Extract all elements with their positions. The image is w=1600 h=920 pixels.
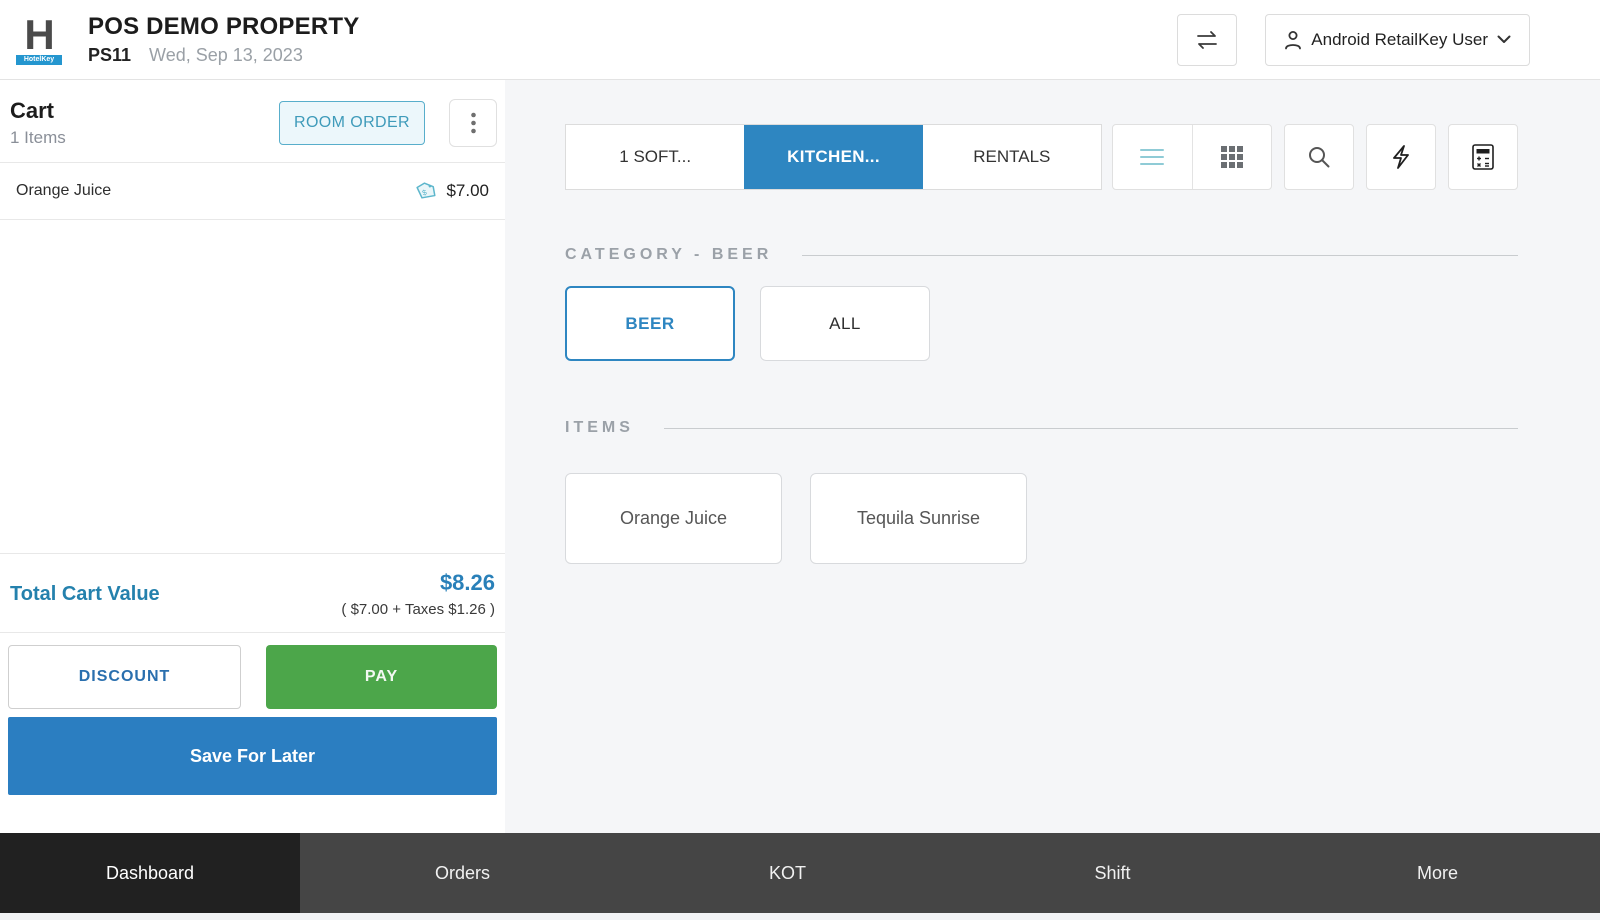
cart-action-row: DISCOUNT PAY — [0, 633, 505, 709]
bottom-navigation: Dashboard Orders KOT Shift More — [0, 833, 1600, 913]
nav-more[interactable]: More — [1275, 833, 1600, 913]
category-beer-button[interactable]: BEER — [565, 286, 735, 361]
list-view-icon — [1139, 147, 1165, 167]
calculator-icon — [1471, 143, 1495, 171]
bottom-strip — [0, 913, 1600, 920]
quick-action-button[interactable] — [1366, 124, 1436, 190]
swap-horizontal-icon — [1194, 29, 1220, 51]
total-cart-value-label: Total Cart Value — [10, 583, 160, 606]
total-breakdown: ( $7.00 + Taxes $1.26 ) — [341, 601, 495, 618]
app-header: H HotelKey POS DEMO PROPERTY PS11 Wed, S… — [0, 0, 1600, 80]
heading-rule — [664, 428, 1518, 429]
category-all-button[interactable]: ALL — [760, 286, 930, 361]
cart-total-row: Total Cart Value $8.26 ( $7.00 + Taxes $… — [0, 554, 505, 632]
price-tag-icon: $ — [414, 180, 438, 202]
cart-item-name: Orange Juice — [16, 182, 111, 200]
discount-button[interactable]: DISCOUNT — [8, 645, 241, 709]
tab-kitchen[interactable]: KITCHEN... — [744, 125, 922, 189]
property-subrow: PS11 Wed, Sep 13, 2023 — [88, 45, 359, 66]
switch-terminal-button[interactable] — [1177, 14, 1237, 66]
cart-item-price-block: $ $7.00 — [414, 180, 489, 202]
kebab-menu-icon — [471, 112, 476, 134]
save-for-later-button[interactable]: Save For Later — [8, 717, 497, 795]
category-section-heading: CATEGORY - BEER — [565, 246, 1518, 264]
item-cards: Orange Juice Tequila Sunrise — [565, 473, 1518, 564]
nav-shift[interactable]: Shift — [950, 833, 1275, 913]
logo-brand-label: HotelKey — [16, 55, 62, 65]
hotelkey-logo: H HotelKey — [16, 15, 62, 65]
tab-rentals[interactable]: RENTALS — [923, 125, 1101, 189]
user-menu-button[interactable]: Android RetailKey User — [1265, 14, 1530, 66]
calculator-button[interactable] — [1448, 124, 1518, 190]
user-name: Android RetailKey User — [1311, 30, 1488, 50]
pay-button[interactable]: PAY — [266, 645, 497, 709]
cart-header: Cart 1 Items ROOM ORDER — [0, 80, 505, 162]
category-heading-label: CATEGORY - BEER — [565, 246, 772, 264]
heading-rule — [802, 255, 1518, 256]
cart-item-count: 1 Items — [10, 128, 66, 148]
page-title: POS DEMO PROPERTY — [88, 13, 359, 41]
logo-letter: H — [24, 15, 53, 55]
main-area: Cart 1 Items ROOM ORDER Oran — [0, 80, 1600, 833]
list-view-button[interactable] — [1113, 125, 1192, 189]
cart-options-button[interactable] — [449, 99, 497, 147]
room-order-button[interactable]: ROOM ORDER — [279, 101, 425, 145]
grid-view-icon — [1220, 145, 1244, 169]
tab-soft-drinks[interactable]: 1 SOFT... — [566, 125, 744, 189]
menu-tabs: 1 SOFT... KITCHEN... RENTALS — [565, 124, 1102, 190]
total-amount: $8.26 — [341, 570, 495, 596]
view-toggle — [1112, 124, 1272, 190]
cart-title-block: Cart 1 Items — [10, 98, 66, 148]
items-heading-label: ITEMS — [565, 419, 634, 437]
chevron-down-icon — [1497, 35, 1511, 44]
property-title-block: POS DEMO PROPERTY PS11 Wed, Sep 13, 2023 — [88, 13, 359, 66]
cart-header-actions: ROOM ORDER — [279, 99, 497, 147]
cart-title: Cart — [10, 98, 66, 124]
person-icon — [1284, 30, 1302, 50]
catalog-toolbar: 1 SOFT... KITCHEN... RENTALS — [565, 124, 1518, 190]
items-section-heading: ITEMS — [565, 419, 1518, 437]
cart-panel: Cart 1 Items ROOM ORDER Oran — [0, 80, 505, 833]
total-amount-block: $8.26 ( $7.00 + Taxes $1.26 ) — [341, 570, 495, 618]
cart-item-price: $7.00 — [446, 181, 489, 201]
current-date: Wed, Sep 13, 2023 — [149, 45, 303, 66]
catalog-panel: 1 SOFT... KITCHEN... RENTALS — [505, 80, 1600, 833]
pos-app: H HotelKey POS DEMO PROPERTY PS11 Wed, S… — [0, 0, 1600, 920]
search-icon — [1307, 145, 1331, 169]
item-card-orange-juice[interactable]: Orange Juice — [565, 473, 782, 564]
cart-line-item[interactable]: Orange Juice $ $7.00 — [0, 163, 505, 219]
search-button[interactable] — [1284, 124, 1354, 190]
nav-orders[interactable]: Orders — [300, 833, 625, 913]
category-buttons: BEER ALL — [565, 286, 1518, 361]
nav-kot[interactable]: KOT — [625, 833, 950, 913]
quick-action-icon — [1391, 144, 1411, 170]
item-card-tequila-sunrise[interactable]: Tequila Sunrise — [810, 473, 1027, 564]
grid-view-button[interactable] — [1192, 125, 1272, 189]
terminal-id: PS11 — [88, 45, 131, 66]
nav-dashboard[interactable]: Dashboard — [0, 833, 300, 913]
